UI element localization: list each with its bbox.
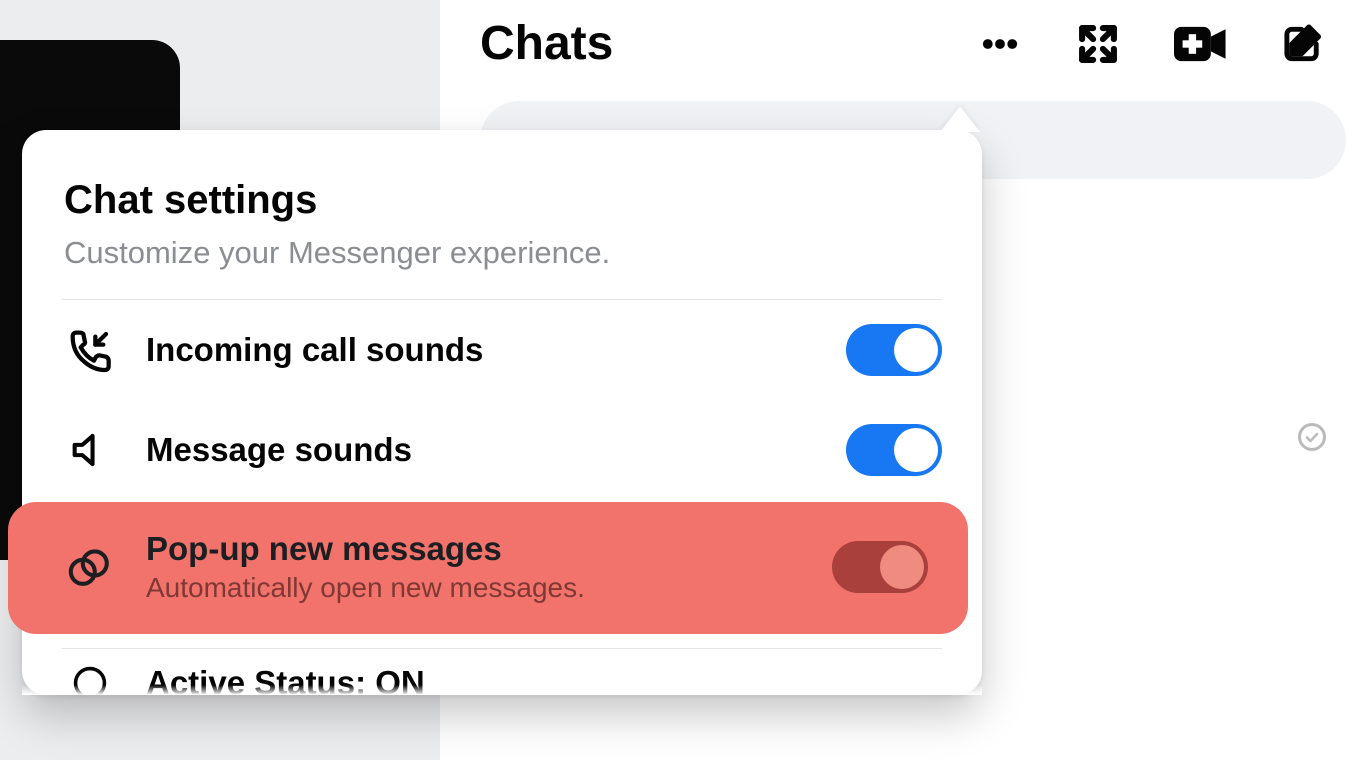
chat-settings-popover: Chat settings Customize your Messenger e… xyxy=(22,130,982,695)
options-icon[interactable] xyxy=(978,22,1022,66)
popover-subtitle: Customize your Messenger experience. xyxy=(64,235,942,271)
toggle-message-sounds[interactable] xyxy=(846,424,942,476)
popover-title: Chat settings xyxy=(64,178,942,223)
setting-message-sounds[interactable]: Message sounds xyxy=(22,400,982,500)
setting-label: Message sounds xyxy=(146,431,818,469)
setting-label: Incoming call sounds xyxy=(146,331,818,369)
speaker-icon xyxy=(62,427,118,473)
phone-incoming-icon xyxy=(62,326,118,374)
toggle-popup-new-messages[interactable] xyxy=(832,541,928,593)
delivered-icon xyxy=(1298,423,1326,451)
new-room-icon[interactable] xyxy=(1174,22,1228,66)
popover-header: Chat settings Customize your Messenger e… xyxy=(22,130,982,299)
toggle-incoming-call-sounds[interactable] xyxy=(846,324,942,376)
setting-description: Automatically open new messages. xyxy=(146,572,804,604)
setting-incoming-call-sounds[interactable]: Incoming call sounds xyxy=(22,300,982,400)
compose-icon[interactable] xyxy=(1282,22,1326,66)
popup-icon xyxy=(62,543,118,591)
setting-label: Pop-up new messages xyxy=(146,530,804,568)
chats-header: Chats xyxy=(440,0,1366,83)
header-actions xyxy=(978,22,1334,66)
setting-popup-new-messages[interactable]: Pop-up new messages Automatically open n… xyxy=(8,502,968,634)
fade xyxy=(22,685,982,695)
page-title: Chats xyxy=(480,16,613,71)
expand-icon[interactable] xyxy=(1076,22,1120,66)
